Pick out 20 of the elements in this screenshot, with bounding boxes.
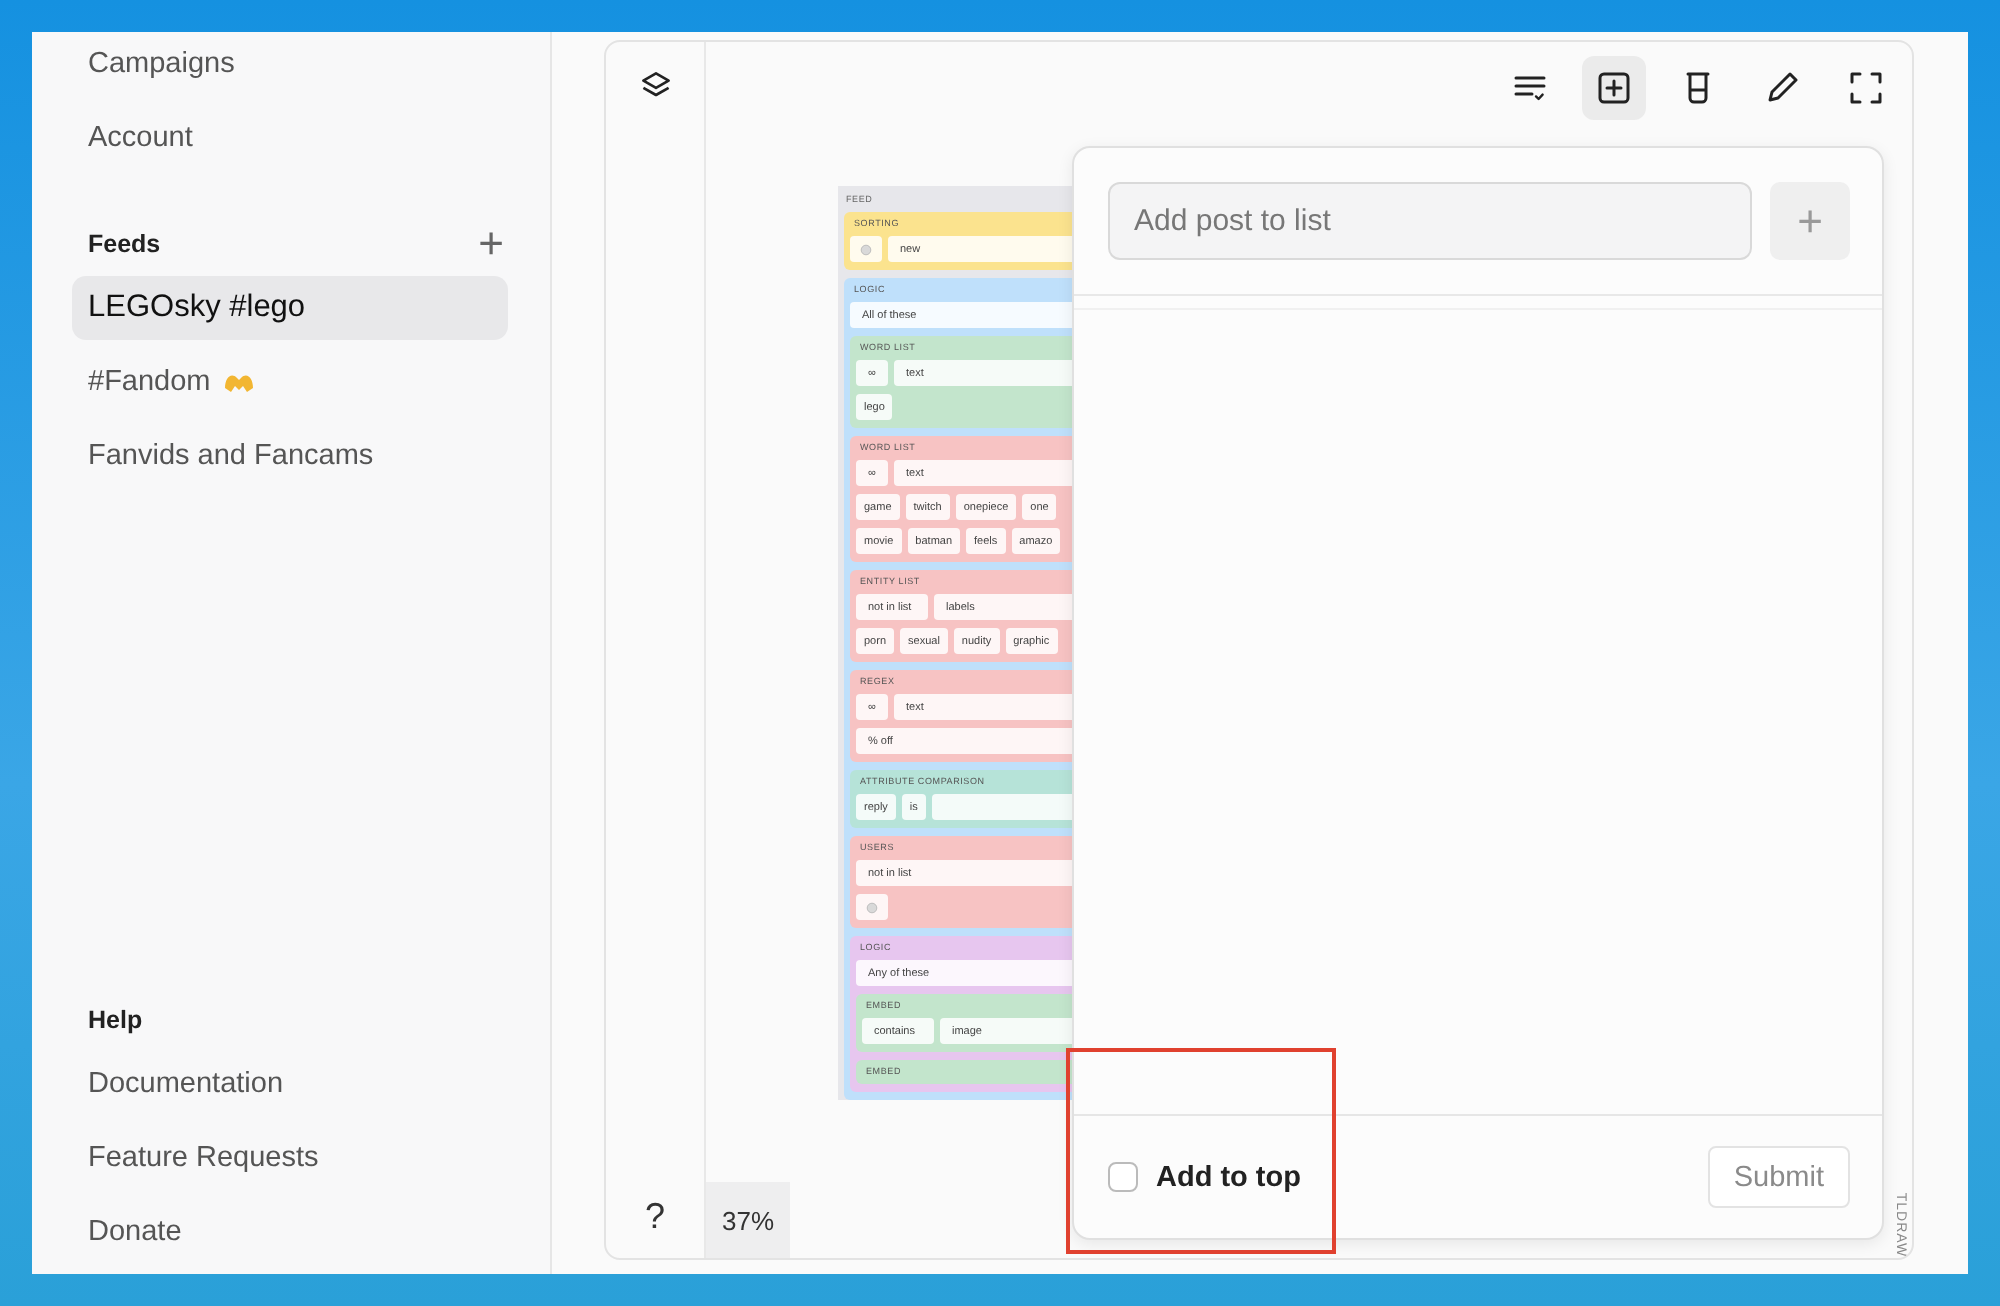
section-heading: Help — [88, 1006, 143, 1034]
nav-item[interactable]: Fanvids and Fancams — [72, 424, 508, 488]
help-button[interactable]: ? — [632, 1196, 677, 1238]
nav-item[interactable]: Feature Requests — [72, 1126, 508, 1190]
checkbox[interactable] — [1108, 1162, 1138, 1192]
add-button[interactable]: + — [474, 224, 508, 264]
heart-hands-icon — [222, 370, 257, 394]
add-icon[interactable] — [1582, 56, 1646, 120]
nav-item[interactable]: Documentation — [72, 1052, 508, 1116]
post-input-field[interactable]: Add post to list — [1108, 182, 1752, 260]
nav-item[interactable]: Campaigns — [72, 32, 508, 96]
nav-item[interactable]: Account — [72, 106, 508, 170]
checkbox-label: Add to top — [1156, 1161, 1301, 1193]
nav-item[interactable]: LEGOsky #lego — [72, 276, 508, 340]
section-heading: Feeds — [88, 230, 161, 258]
nav-item[interactable]: #Fandom — [72, 350, 508, 414]
avatar-icon — [856, 894, 888, 920]
zoom-level[interactable]: 37% — [706, 1182, 790, 1258]
nav-item[interactable]: Donate — [72, 1200, 508, 1264]
avatar-icon — [850, 236, 882, 262]
